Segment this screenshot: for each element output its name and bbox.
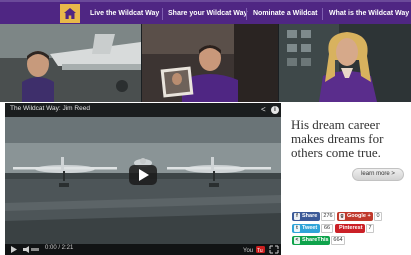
- volume-icon: [23, 246, 29, 253]
- hero-tagline: His dream career makes dreams for others…: [291, 117, 384, 160]
- learn-more-button[interactable]: learn more >: [352, 168, 404, 181]
- nav-item-share[interactable]: Share your Wildcat Way: [168, 6, 247, 22]
- video-title[interactable]: The Wildcat Way: Jim Reed: [10, 105, 90, 112]
- share-icon[interactable]: <: [261, 105, 266, 114]
- google-plus-count: 0: [374, 212, 382, 221]
- sharethis-icon: <: [294, 237, 300, 244]
- twitter-icon: t: [294, 225, 300, 232]
- nav-item-what-is[interactable]: What is the Wildcat Way: [329, 6, 409, 22]
- home-button[interactable]: [60, 4, 80, 23]
- sharethis-button[interactable]: < ShareThis: [292, 236, 330, 245]
- hero-photo-alumna[interactable]: [279, 24, 411, 102]
- hero-photo-student-portrait[interactable]: [142, 24, 278, 102]
- google-plus-button[interactable]: g Google +: [337, 212, 373, 221]
- nav-item-live[interactable]: Live the Wildcat Way: [90, 6, 159, 22]
- facebook-icon: f: [294, 213, 300, 220]
- nav-divider: [322, 8, 323, 20]
- video-title-bar: The Wildcat Way: Jim Reed < i: [5, 103, 281, 117]
- home-icon: [64, 8, 76, 19]
- fullscreen-icon: [269, 245, 279, 254]
- nav-divider: [162, 8, 163, 20]
- play-icon: [11, 246, 17, 253]
- video-controls: You Tu 0:00 / 2:21: [5, 244, 281, 255]
- pinterest-button[interactable]: Pinterest: [335, 224, 365, 233]
- tweet-count: 66: [321, 224, 333, 233]
- nav-item-nominate[interactable]: Nominate a Wildcat: [253, 6, 318, 22]
- main-nav: Live the Wildcat Way Share your Wildcat …: [0, 0, 411, 24]
- hero-photo-strip: [0, 24, 411, 102]
- youtube-logo: You: [243, 248, 253, 254]
- google-plus-icon: g: [339, 213, 345, 220]
- tweet-button[interactable]: t Tweet: [292, 224, 320, 233]
- video-frame: [5, 103, 281, 255]
- facebook-share-button[interactable]: f Share: [292, 212, 320, 221]
- pinterest-count: 7: [366, 224, 374, 233]
- video-time: 0:00 / 2:21: [45, 245, 74, 251]
- nav-divider: [246, 8, 247, 20]
- video-player[interactable]: The Wildcat Way: Jim Reed < i You Tu 0:0…: [5, 103, 281, 255]
- svg-text:Tu: Tu: [257, 248, 263, 254]
- info-icon[interactable]: i: [271, 106, 279, 114]
- facebook-share-count: 276: [321, 212, 335, 221]
- hero-photo-student-aircraft[interactable]: [0, 24, 141, 102]
- sharethis-count: 664: [331, 236, 345, 245]
